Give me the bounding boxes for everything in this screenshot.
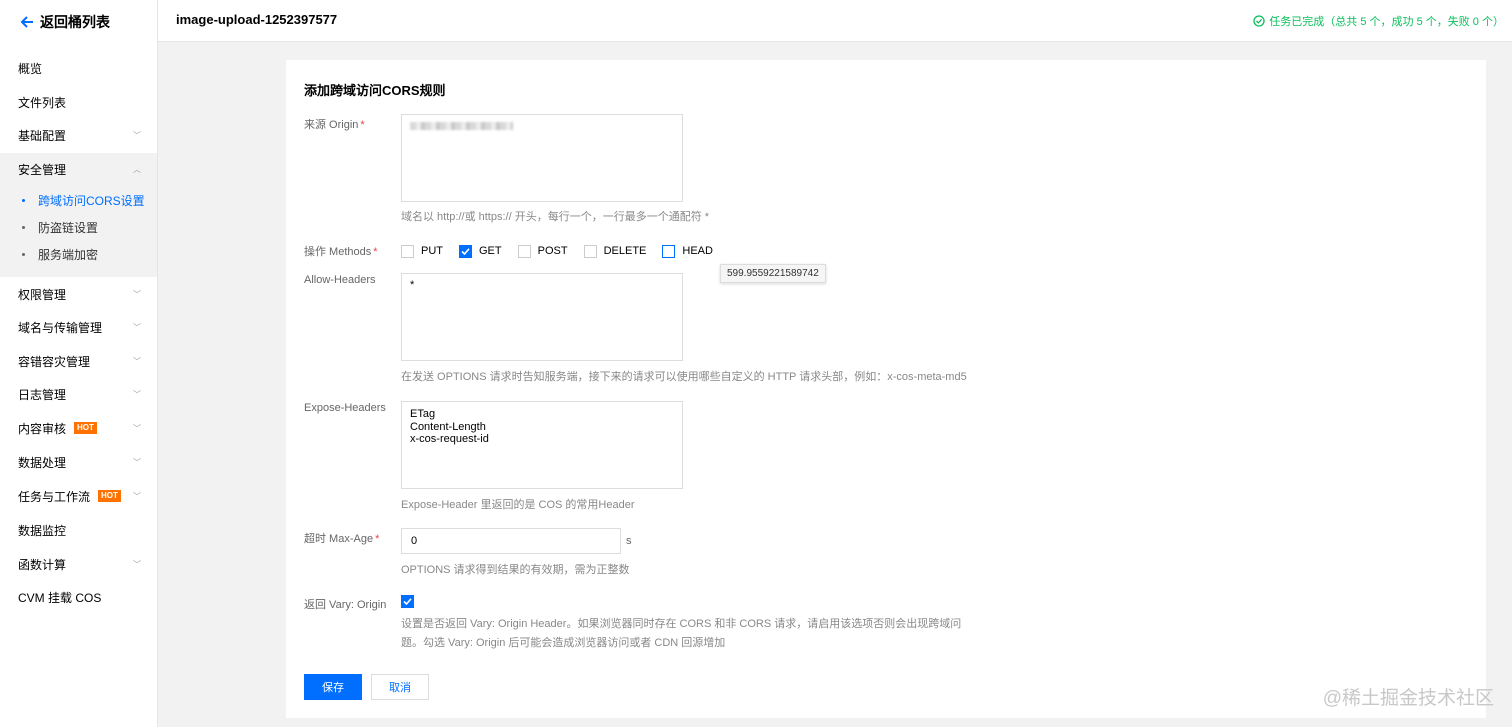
checkbox[interactable] bbox=[662, 244, 676, 258]
sidebar: 返回桶列表 概览 文件列表 基础配置 ﹀ 安全管理 ︿ 跨域访问CORS设置 防盗链… bbox=[0, 0, 158, 727]
sidebar-item-label: 域名与传输管理 bbox=[18, 320, 103, 335]
sidebar-item-security[interactable]: 安全管理 ︿ bbox=[0, 152, 157, 186]
method-head[interactable]: HEAD bbox=[662, 244, 713, 258]
sidebar-item-fault-tolerance[interactable]: 容错容灾管理 ﹀ bbox=[0, 344, 157, 378]
method-delete[interactable]: DELETE bbox=[583, 244, 646, 258]
bullet-icon bbox=[22, 226, 25, 229]
sidebar-item-files[interactable]: 文件列表 bbox=[0, 85, 157, 119]
expose-headers-label: Expose-Headers bbox=[304, 402, 386, 414]
checkbox[interactable] bbox=[583, 244, 597, 258]
blurred-origin-value bbox=[410, 122, 513, 130]
sidebar-item-tasks-workflow[interactable]: 任务与工作流 HOT ﹀ bbox=[0, 479, 157, 513]
task-status-text: 任务已完成（总共 5 个，成功 5 个，失败 0 个） bbox=[1269, 16, 1504, 28]
max-age-hint: OPTIONS 请求得到结果的有效期，需为正整数 bbox=[401, 564, 630, 576]
sidebar-item-label: CVM 挂载 COS bbox=[18, 590, 102, 605]
vary-label: 返回 Vary: Origin bbox=[304, 599, 387, 611]
sidebar-item-label: 数据监控 bbox=[18, 523, 67, 538]
expose-headers-hint: Expose-Header 里返回的是 COS 的常用Header bbox=[401, 499, 635, 511]
expose-headers-textarea[interactable]: ETag Content-Length x-cos-request-id bbox=[401, 401, 683, 489]
check-icon bbox=[461, 247, 470, 255]
sidebar-sub-item-label: 防盗链设置 bbox=[38, 221, 99, 235]
allow-headers-hint: 在发送 OPTIONS 请求时告知服务端，接下来的请求可以使用哪些自定义的 HT… bbox=[401, 371, 967, 383]
chevron-down-icon: ﹀ bbox=[133, 458, 141, 467]
cors-rule-panel: 添加跨域访问CORS规则 来源 Origin * 域名以 http://或 htt… bbox=[286, 60, 1486, 718]
sidebar-sub-item-label: 服务端加密 bbox=[38, 248, 99, 262]
sidebar-sub-item-hotlink[interactable]: 防盗链设置 bbox=[0, 214, 157, 241]
sidebar-item-permissions[interactable]: 权限管理 ﹀ bbox=[0, 277, 157, 311]
vary-hint-line2: 题。勾选 Vary: Origin 后可能会造成浏览器访问或者 CDN 回源增加 bbox=[401, 637, 726, 649]
header: image-upload-1252397577 任务已完成（总共 5 个，成功 … bbox=[158, 0, 1512, 42]
allow-headers-textarea[interactable]: * bbox=[401, 273, 683, 361]
sidebar-item-content-review[interactable]: 内容审核 HOT ﹀ bbox=[0, 411, 157, 445]
check-icon bbox=[403, 598, 412, 606]
sidebar-item-data-processing[interactable]: 数据处理 ﹀ bbox=[0, 445, 157, 479]
origin-textarea[interactable] bbox=[401, 114, 683, 202]
save-button[interactable]: 保存 bbox=[304, 674, 362, 700]
bullet-icon bbox=[22, 253, 25, 256]
sidebar-item-domain-transfer[interactable]: 域名与传输管理 ﹀ bbox=[0, 310, 157, 344]
chevron-down-icon: ﹀ bbox=[133, 323, 141, 332]
origin-hint: 域名以 http://或 https:// 开头，每行一个，一行最多一个通配符 … bbox=[401, 211, 710, 223]
hot-badge: HOT bbox=[74, 422, 97, 434]
methods-group: PUT GET POST DELETE HEAD bbox=[401, 243, 729, 259]
chevron-down-icon: ﹀ bbox=[133, 492, 141, 501]
sidebar-item-label: 文件列表 bbox=[18, 95, 67, 110]
method-put[interactable]: PUT bbox=[401, 244, 443, 258]
chevron-up-icon: ︿ bbox=[133, 165, 141, 174]
sidebar-item-label: 安全管理 bbox=[18, 162, 67, 177]
vary-hint-line1: 设置是否返回 Vary: Origin Header。如果浏览器同时存在 COR… bbox=[401, 618, 962, 630]
cancel-button[interactable]: 取消 bbox=[371, 674, 429, 700]
chevron-down-icon: ﹀ bbox=[133, 290, 141, 299]
chevron-down-icon: ﹀ bbox=[133, 424, 141, 433]
bullet-icon bbox=[22, 199, 25, 202]
origin-label: 来源 Origin * bbox=[304, 119, 365, 131]
method-post[interactable]: POST bbox=[517, 244, 568, 258]
sidebar-item-label: 基础配置 bbox=[18, 128, 67, 143]
sidebar-item-monitoring[interactable]: 数据监控 bbox=[0, 513, 157, 547]
max-age-input[interactable]: 0 bbox=[401, 528, 621, 554]
chevron-down-icon: ﹀ bbox=[133, 390, 141, 399]
sidebar-item-label: 内容审核 bbox=[18, 421, 67, 436]
sidebar-item-label: 函数计算 bbox=[18, 557, 67, 572]
task-status[interactable]: 任务已完成（总共 5 个，成功 5 个，失败 0 个） bbox=[1253, 13, 1504, 29]
sidebar-item-label: 容错容灾管理 bbox=[18, 354, 91, 369]
chevron-down-icon: ﹀ bbox=[133, 131, 141, 140]
sidebar-sub-item-label: 跨域访问CORS设置 bbox=[38, 194, 145, 208]
sidebar-item-cvm-mount[interactable]: CVM 挂载 COS bbox=[0, 580, 157, 614]
sidebar-item-label: 权限管理 bbox=[18, 287, 67, 302]
sidebar-item-label: 日志管理 bbox=[18, 387, 67, 402]
sidebar-item-overview[interactable]: 概览 bbox=[0, 51, 157, 85]
max-age-label: 超时 Max-Age * bbox=[304, 533, 380, 545]
sidebar-item-label: 概览 bbox=[18, 61, 43, 76]
chevron-down-icon: ﹀ bbox=[133, 357, 141, 366]
sidebar-sub-item-encryption[interactable]: 服务端加密 bbox=[0, 241, 157, 268]
checkbox-checked[interactable] bbox=[459, 244, 472, 258]
allow-headers-label: Allow-Headers bbox=[304, 274, 376, 286]
check-circle-icon bbox=[1253, 15, 1265, 27]
sidebar-item-label: 数据处理 bbox=[18, 455, 67, 470]
back-label: 返回桶列表 bbox=[40, 14, 110, 30]
methods-label: 操作 Methods * bbox=[304, 246, 378, 258]
sidebar-item-functions[interactable]: 函数计算 ﹀ bbox=[0, 547, 157, 581]
sidebar-item-label: 任务与工作流 bbox=[18, 489, 91, 504]
bucket-name: image-upload-1252397577 bbox=[176, 12, 338, 27]
sidebar-sub-item-cors[interactable]: 跨域访问CORS设置 bbox=[0, 187, 157, 214]
chevron-down-icon: ﹀ bbox=[133, 560, 141, 569]
arrow-left-icon bbox=[20, 16, 33, 28]
hot-badge: HOT bbox=[98, 490, 121, 502]
tooltip: 599.9559221589742 bbox=[720, 264, 826, 283]
page-title: 添加跨域访问CORS规则 bbox=[304, 83, 446, 98]
sidebar-item-logs[interactable]: 日志管理 ﹀ bbox=[0, 377, 157, 411]
max-age-unit: s bbox=[626, 535, 632, 547]
back-to-bucket-list[interactable]: 返回桶列表 bbox=[20, 12, 110, 32]
watermark: @稀土掘金技术社区 bbox=[1322, 688, 1494, 709]
vary-checkbox[interactable] bbox=[401, 595, 414, 608]
checkbox[interactable] bbox=[401, 244, 414, 258]
checkbox[interactable] bbox=[517, 244, 531, 258]
sidebar-item-basic-config[interactable]: 基础配置 ﹀ bbox=[0, 118, 157, 152]
method-get[interactable]: GET bbox=[459, 244, 502, 258]
